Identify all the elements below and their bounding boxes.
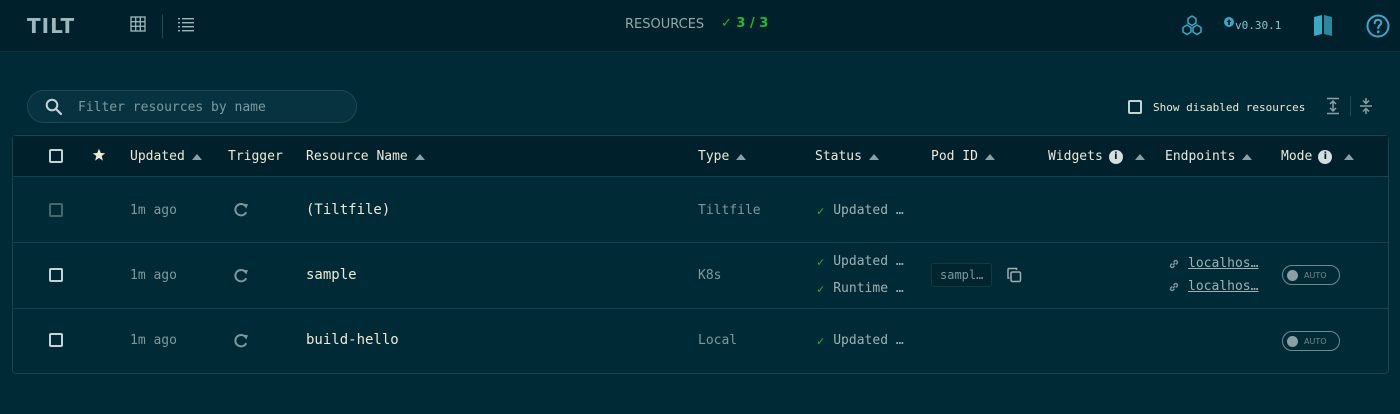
link-icon [1169,282,1179,291]
expand-divider [1350,96,1351,116]
endpoint-text[interactable]: localhos… [1188,279,1258,294]
version-label[interactable]: v0.30.1 [1235,19,1281,32]
col-pod-id-label: Pod ID [931,149,978,164]
mode-toggle[interactable]: AUTO [1282,265,1340,285]
row-checkbox [49,203,63,217]
status-updated: ✓ Updated … [817,254,904,269]
col-resource-name-label: Resource Name [306,149,408,164]
updated-time: 1m ago [130,268,177,283]
check-icon: ✓ [817,254,825,269]
resource-table: Updated Trigger Resource Name Type Statu… [12,135,1389,374]
copy-icon[interactable] [1006,267,1022,287]
row-checkbox[interactable] [49,333,63,347]
search-icon [45,98,63,120]
col-updated[interactable]: Updated [130,149,202,164]
table-row[interactable]: 1m ago (Tiltfile) Tiltfile ✓ Updated … [13,178,1388,243]
expand-all-icon[interactable] [1326,97,1340,119]
col-status[interactable]: Status [815,149,879,164]
col-mode[interactable]: Mode i [1281,149,1355,164]
toggle-knob [1287,269,1298,281]
check-icon: ✓ [817,333,825,348]
cluster-icon[interactable] [1181,14,1203,40]
check-icon: ✓ [817,281,825,296]
toggle-label: AUTO [1304,336,1327,346]
resource-name[interactable]: sample [306,267,357,283]
col-status-label: Status [815,149,862,164]
show-disabled-checkbox[interactable] [1128,100,1142,114]
row-checkbox[interactable] [49,268,63,282]
check-icon: ✓ [817,203,825,218]
widgets-info-icon[interactable]: i [1108,149,1123,164]
table-view-icon[interactable] [178,16,198,36]
col-mode-label: Mode [1281,149,1313,164]
endpoint-text[interactable]: localhos… [1188,256,1258,271]
col-type[interactable]: Type [698,149,747,164]
resources-count: ✓ 3 / 3 [721,16,769,31]
mode-toggle[interactable]: AUTO [1282,331,1340,351]
table-row[interactable]: 1m ago sample K8s ✓ Updated … ✓ Runtime … … [13,243,1388,309]
status-text: Updated … [833,333,904,348]
collapse-all-icon[interactable] [1359,97,1373,119]
resources-label: RESOURCES [625,17,705,32]
toggle-knob [1287,335,1298,347]
link-icon [1169,259,1179,268]
col-endpoints-label: Endpoints [1165,149,1236,164]
sort-widgets-icon [1134,153,1145,160]
status-updated: ✓ Updated … [817,203,904,218]
grid-view-icon[interactable] [130,16,150,36]
status-text: Updated … [833,203,904,218]
show-disabled-toggle[interactable]: Show disabled resources [1128,98,1305,116]
sort-name-icon [414,153,425,160]
updated-time: 1m ago [130,203,177,218]
endpoint-link[interactable]: localhos… [1168,279,1258,294]
table-row[interactable]: 1m ago build-hello Local ✓ Updated … AUTO [13,309,1388,373]
sort-type-icon [736,153,747,160]
filter-input[interactable] [78,97,348,117]
resource-name[interactable]: build-hello [306,332,399,348]
resource-type: Local [698,333,738,348]
top-bar: TILT RESOURCES ✓ 3 / 3 v0.30.1 [0,0,1400,52]
resource-name[interactable]: (Tiltfile) [306,202,390,218]
mode-info-icon[interactable]: i [1318,149,1333,164]
pod-id: sampl… [931,263,993,287]
view-divider [162,14,163,38]
star-icon[interactable] [92,147,106,166]
status-runtime: ✓ Runtime … [817,281,904,296]
col-pod-id[interactable]: Pod ID [931,149,995,164]
tilt-logo[interactable]: TILT [27,14,75,38]
sort-status-icon [868,153,879,160]
col-widgets[interactable]: Widgets i [1048,149,1145,164]
sort-updated-icon [191,153,202,160]
trigger-icon[interactable] [232,267,250,289]
col-trigger: Trigger [228,149,283,164]
trigger-icon[interactable] [232,201,250,223]
table-header: Updated Trigger Resource Name Type Statu… [13,136,1388,177]
updated-time: 1m ago [130,333,177,348]
col-resource-name[interactable]: Resource Name [306,149,425,164]
col-type-label: Type [698,149,730,164]
docs-icon[interactable] [1313,14,1333,40]
select-all-checkbox[interactable] [49,149,63,163]
trigger-icon[interactable] [232,332,250,354]
status-text: Updated … [833,254,904,269]
sort-mode-icon [1344,153,1355,160]
status-updated: ✓ Updated … [817,333,904,348]
resource-type: K8s [698,268,722,283]
endpoint-link[interactable]: localhos… [1168,256,1258,271]
help-icon[interactable] [1366,14,1390,42]
col-trigger-label: Trigger [228,149,283,164]
col-updated-label: Updated [130,149,185,164]
status-text: Runtime … [833,281,904,296]
resource-type: Tiltfile [698,203,761,218]
sort-endpoints-icon [1242,153,1253,160]
col-widgets-label: Widgets [1048,149,1103,164]
toggle-label: AUTO [1304,270,1327,280]
show-disabled-label: Show disabled resources [1153,100,1306,114]
sort-pod-icon [984,153,995,160]
update-available-icon[interactable] [1224,12,1234,31]
filter-box[interactable] [27,90,357,123]
col-endpoints[interactable]: Endpoints [1165,149,1253,164]
